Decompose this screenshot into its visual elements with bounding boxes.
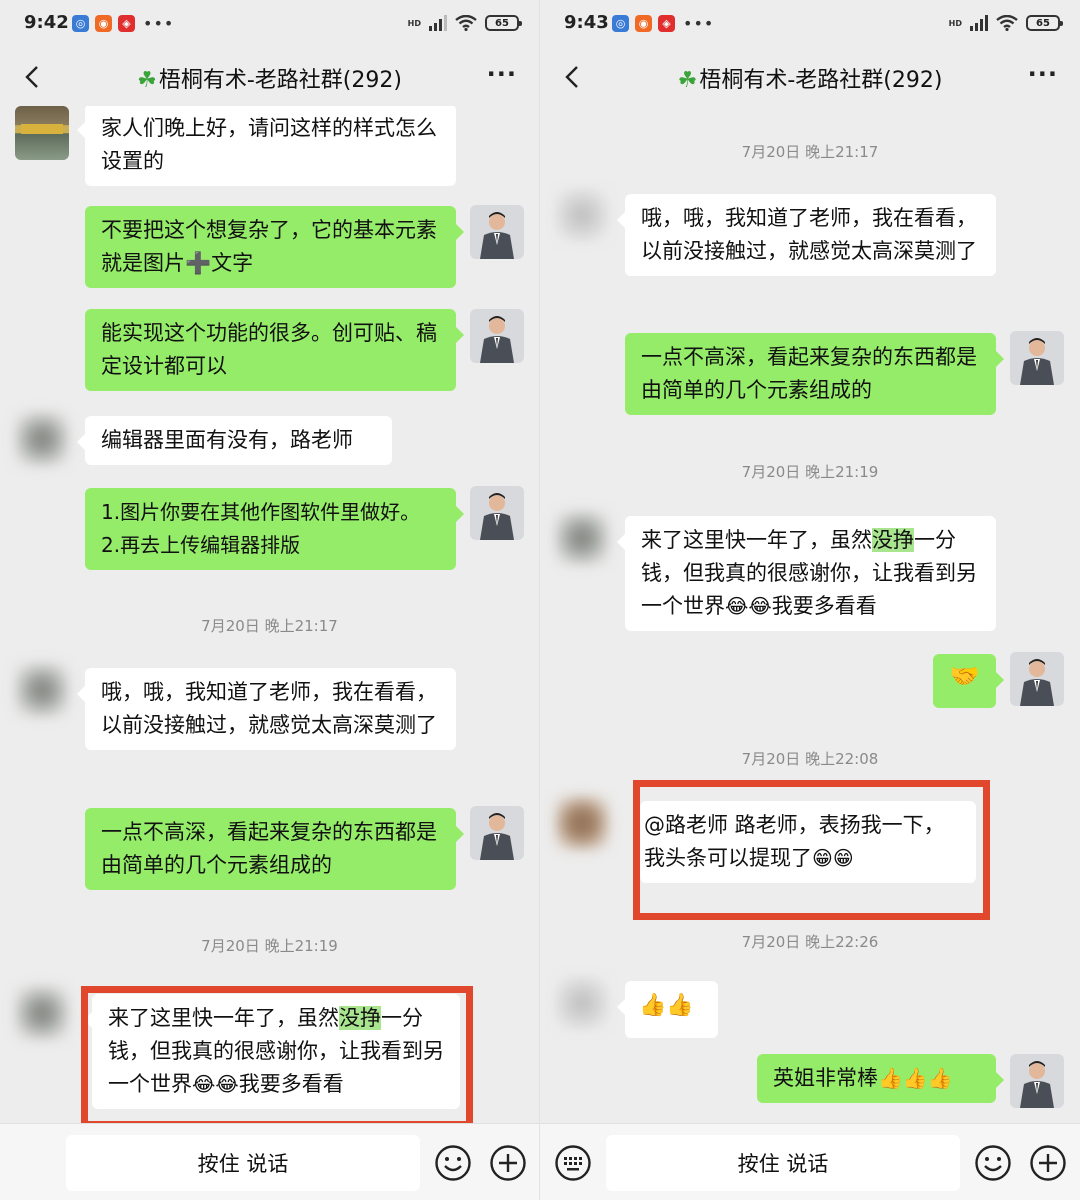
avatar[interactable] [470,309,524,363]
status-time: 9:42 [24,12,69,33]
message-bubble[interactable]: 英姐非常棒👍👍👍 [757,1054,1004,1103]
message-list[interactable]: 7月20日 晚上21:17 哦，哦，我知道了老师，我在看看，以前没接触过，就感觉… [540,106,1080,1123]
timestamp: 7月20日 晚上22:08 [741,750,879,768]
notification-badges: ◎ ◉ ◈ ••• [72,14,174,33]
message-bubble[interactable]: 一点不高深，看起来复杂的东西都是由简单的几个元素组成的 [625,333,1004,415]
app-notification-icon: ◉ [635,15,652,32]
status-bar: 9:42 ◎ ◉ ◈ ••• HD 65 [0,0,539,50]
message-bubble[interactable]: 👍👍 [617,981,718,1038]
message-list[interactable]: 家人们晚上好，请问这样的样式怎么设置的 不要把这个想复杂了，它的基本元素就是图片… [0,106,539,1123]
more-icon[interactable]: ··· [1028,60,1058,88]
message-bubble[interactable]: 编辑器里面有没有，路老师 [77,416,392,465]
chat-header: ☘梧桐有术-老路社群(292) ··· [540,50,1080,106]
plus-icon[interactable] [1029,1144,1067,1182]
message-bubble[interactable]: 不要把这个想复杂了，它的基本元素就是图片➕文字 [85,206,464,288]
timestamp: 7月20日 晚上22:26 [741,933,879,951]
message-bubble[interactable]: 一点不高深，看起来复杂的东西都是由简单的几个元素组成的 [85,808,464,890]
notification-badges: ◎ ◉ ◈ ••• [612,14,714,33]
hold-to-talk-button[interactable]: 按住 说话 [606,1135,960,1191]
avatar[interactable] [1010,1054,1064,1108]
chat-header: ☘梧桐有术-老路社群(292) ··· [0,50,539,106]
message-bubble[interactable]: 1.图片你要在其他作图软件里做好。 2.再去上传编辑器排版 [85,488,464,570]
app-notification-icon: ◉ [95,15,112,32]
avatar[interactable] [555,976,609,1030]
status-indicators: HD 65 [407,15,522,31]
signal-icon [429,15,447,31]
app-notification-icon: ◈ [118,15,135,32]
input-bar: 按住 说话 [0,1123,539,1200]
timestamp: 7月20日 晚上21:17 [741,143,879,161]
clover-icon: ☘ [677,68,698,93]
avatar[interactable] [1010,652,1064,706]
message-bubble[interactable]: 能实现这个功能的很多。创可贴、稿定设计都可以 [85,309,464,391]
clover-icon: ☘ [137,68,157,93]
plus-icon[interactable] [489,1144,527,1182]
plus-emoji: ➕ [185,251,212,275]
chat-screen-right: 9:43 ◎ ◉ ◈ ••• HD 65 ☘梧桐有术-老路社群(292) ···… [540,0,1080,1200]
hold-to-talk-button[interactable]: 按住 说话 [66,1135,420,1191]
wifi-icon [996,15,1018,31]
avatar[interactable] [470,205,524,259]
message-bubble[interactable]: 家人们晚上好，请问这样的样式怎么设置的 [77,106,456,186]
timestamp: 7月20日 晚上21:17 [201,617,338,635]
signal-icon [970,15,988,31]
app-notification-icon: ◎ [612,15,629,32]
keyboard-icon[interactable] [554,1144,592,1182]
avatar[interactable] [555,511,609,565]
input-bar: 按住 说话 [540,1123,1080,1200]
avatar[interactable] [555,796,609,850]
more-icon[interactable]: ··· [487,60,517,88]
more-notifications-icon: ••• [143,14,175,33]
timestamp: 7月20日 晚上21:19 [741,463,879,481]
avatar[interactable] [15,106,69,160]
chevron-left-icon[interactable] [560,64,586,90]
emoji-icon[interactable] [434,1144,472,1182]
app-notification-icon: ◈ [658,15,675,32]
message-bubble[interactable]: 🤝 [933,654,1004,708]
status-bar: 9:43 ◎ ◉ ◈ ••• HD 65 [540,0,1080,50]
message-bubble[interactable]: 哦，哦，我知道了老师，我在看看，以前没接触过，就感觉太高深莫测了 [77,668,456,750]
status-time: 9:43 [564,12,609,33]
avatar[interactable] [15,412,69,466]
more-notifications-icon: ••• [683,14,715,33]
avatar[interactable] [555,188,609,242]
avatar[interactable] [1010,331,1064,385]
chat-title: ☘梧桐有术-老路社群(292) [137,68,402,93]
avatar[interactable] [470,806,524,860]
chat-screen-left: 9:42 ◎ ◉ ◈ ••• HD 65 ☘梧桐有术-老路社群(292) ···… [0,0,540,1200]
battery-icon: 65 [1026,15,1063,31]
message-bubble[interactable]: 来了这里快一年了，虽然没挣一分钱，但我真的很感谢你，让我看到另一个世界😂😂我要多… [617,516,996,631]
message-bubble[interactable]: 哦，哦，我知道了老师，我在看看，以前没接触过，就感觉太高深莫测了 [617,194,996,276]
chevron-left-icon[interactable] [20,64,46,90]
status-indicators: HD 65 [948,15,1063,31]
avatar[interactable] [15,986,69,1040]
app-notification-icon: ◎ [72,15,89,32]
highlight-box [633,780,990,920]
avatar[interactable] [470,486,524,540]
hd-icon: HD [407,18,421,28]
chat-title: ☘梧桐有术-老路社群(292) [677,68,943,93]
hd-icon: HD [948,18,962,28]
wifi-icon [455,15,477,31]
emoji-icon[interactable] [974,1144,1012,1182]
battery-icon: 65 [485,15,522,31]
avatar[interactable] [15,663,69,717]
highlight-box [81,986,473,1123]
timestamp: 7月20日 晚上21:19 [201,937,338,955]
